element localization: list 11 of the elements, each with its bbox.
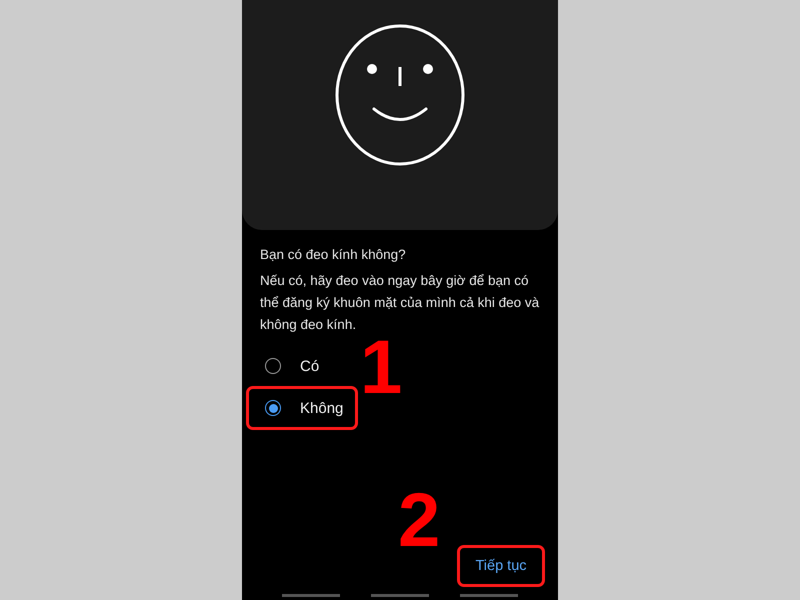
nav-bar-line xyxy=(460,594,518,597)
smiley-face-icon xyxy=(334,24,466,166)
radio-option[interactable]: Không xyxy=(246,386,358,430)
radio-icon xyxy=(265,358,281,374)
radio-icon xyxy=(265,400,281,416)
nav-bar-line xyxy=(282,594,340,597)
continue-button[interactable]: Tiếp tục xyxy=(457,545,545,587)
radio-option[interactable]: Có xyxy=(246,344,334,388)
nav-bar-line xyxy=(371,594,429,597)
question-text: Bạn có đeo kính không? xyxy=(260,247,407,262)
callout-number: 2 xyxy=(398,483,440,559)
